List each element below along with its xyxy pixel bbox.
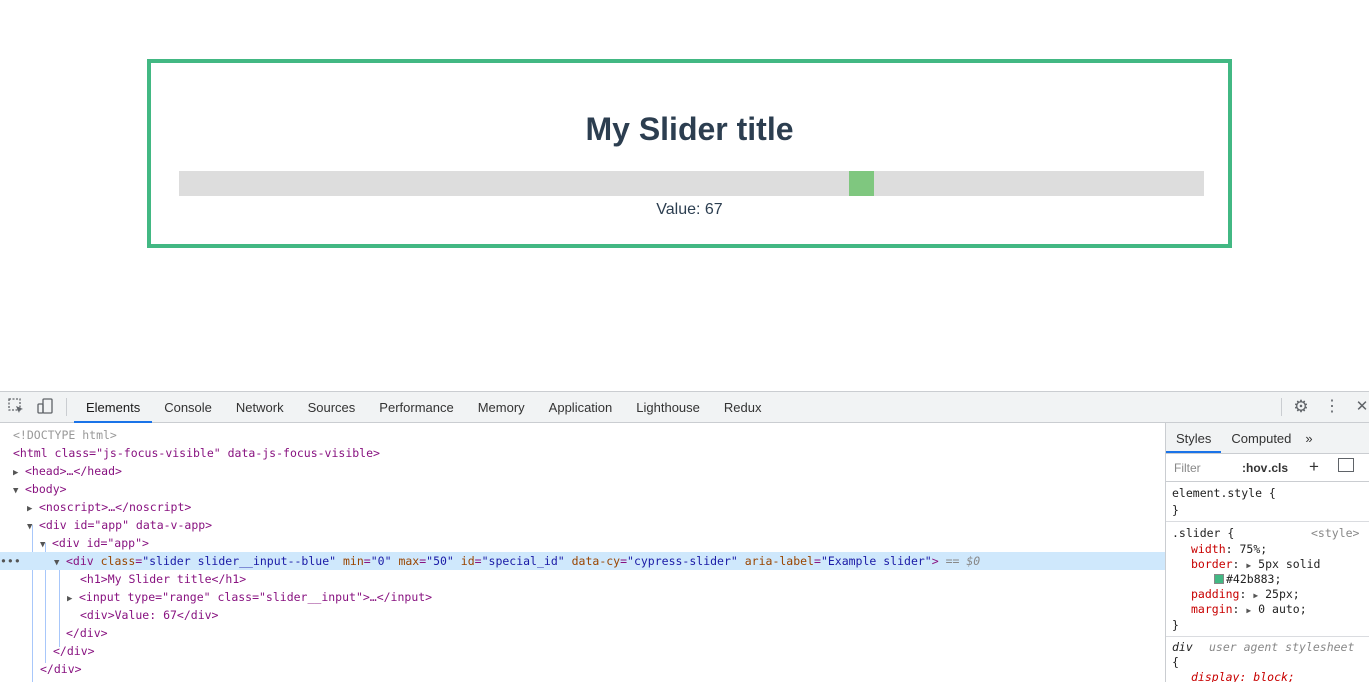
rule-divider xyxy=(1166,636,1369,637)
rule-divider xyxy=(1166,521,1369,522)
cls-toggle[interactable]: .cls xyxy=(1268,461,1288,475)
devtools-panel: Elements Console Network Sources Performance… xyxy=(0,391,1369,682)
range-slider-thumb[interactable] xyxy=(849,171,874,196)
dom-head[interactable]: ▶ <head>…</head> xyxy=(0,462,1165,480)
device-toolbar-icon[interactable] xyxy=(36,398,54,416)
styles-sidebar: Styles Computed » Filter :hov .cls + ele… xyxy=(1165,423,1369,682)
dom-doctype[interactable]: <!DOCTYPE html> xyxy=(0,426,1165,444)
prop-value: 5px solid xyxy=(1258,557,1321,571)
doctype-text: <!DOCTYPE html> xyxy=(13,428,117,442)
slider-div-tag-text: <div class="slider slider__input--blue" … xyxy=(66,554,981,568)
more-tabs-chevron-icon[interactable]: » xyxy=(1301,423,1316,453)
slider-container: My Slider title Value: 67 xyxy=(147,59,1232,248)
more-vert-icon[interactable]: ⋮ xyxy=(1323,398,1341,416)
dom-value-div[interactable]: <div>Value: 67</div> xyxy=(0,606,1165,624)
dom-close-div[interactable]: </div> xyxy=(0,660,1165,678)
expand-triangle-icon[interactable]: ▶ xyxy=(1246,561,1251,570)
close-div-tag-text: </div> xyxy=(40,662,82,676)
prop-name: width xyxy=(1191,542,1226,556)
filter-input[interactable]: Filter xyxy=(1174,461,1201,475)
element-style-close: } xyxy=(1172,503,1179,517)
tab-memory[interactable]: Memory xyxy=(466,392,537,423)
head-tag-text: <head>…</head> xyxy=(25,464,122,478)
close-icon[interactable]: ✕ xyxy=(1353,398,1369,416)
tab-console[interactable]: Console xyxy=(152,392,224,423)
prop-margin[interactable]: margin: ▶ 0 auto; xyxy=(1191,602,1307,617)
prop-padding[interactable]: padding: ▶ 25px; xyxy=(1191,587,1300,602)
slider-title: My Slider title xyxy=(585,111,794,147)
slider-rule-close: } xyxy=(1172,618,1179,632)
noscript-tag-text: <noscript>…</noscript> xyxy=(39,500,192,514)
range-slider-track[interactable] xyxy=(179,171,1204,196)
elements-dom-tree: <!DOCTYPE html> <html class="js-focus-vi… xyxy=(0,423,1165,682)
devtools-tabs: Elements Console Network Sources Performance… xyxy=(74,392,773,423)
prop-name: padding xyxy=(1191,587,1240,601)
input-tag-text: <input type="range" class="slider__input… xyxy=(79,590,433,604)
dom-close-div[interactable]: </div> xyxy=(0,642,1165,660)
prop-value: 75%; xyxy=(1239,542,1268,556)
prop-name: margin xyxy=(1191,602,1233,616)
dom-slider-div-selected[interactable]: ••• ▼ <div class="slider slider__input--bl… xyxy=(0,552,1165,570)
ua-rule-selector: div xyxy=(1172,640,1193,655)
prop-value: 25px; xyxy=(1265,587,1300,601)
prop-border-color[interactable]: #42b883; xyxy=(1214,572,1281,587)
tab-network[interactable]: Network xyxy=(224,392,296,423)
styles-tabs: Styles Computed » xyxy=(1166,423,1369,454)
more-dots-icon: ••• xyxy=(0,554,21,568)
tab-performance[interactable]: Performance xyxy=(367,392,465,423)
dom-html[interactable]: <html class="js-focus-visible" data-js-f… xyxy=(0,444,1165,462)
ua-rule-open: { xyxy=(1172,655,1179,669)
tab-lighthouse[interactable]: Lighthouse xyxy=(624,392,712,423)
slider-value-label: Value: 67 xyxy=(656,201,723,218)
slider-rule-selector: .slider { xyxy=(1172,526,1235,540)
value-div-tag-text: <div>Value: 67</div> xyxy=(80,608,219,622)
dom-app-outer[interactable]: ▼ <div id="app" data-v-app> xyxy=(0,516,1165,534)
dom-noscript[interactable]: ▶ <noscript>…</noscript> xyxy=(0,498,1165,516)
dom-body[interactable]: ▼ <body> xyxy=(0,480,1165,498)
toolbar-divider xyxy=(66,398,67,416)
ua-stylesheet-label: user agent stylesheet xyxy=(1209,640,1355,654)
prop-name: border xyxy=(1191,557,1233,571)
settings-gear-icon[interactable]: ⚙ xyxy=(1292,398,1310,416)
close-div-tag-text: </div> xyxy=(66,626,108,640)
tab-elements[interactable]: Elements xyxy=(74,392,153,423)
body-tag-text: <body> xyxy=(25,482,67,496)
app-inner-tag-text: <div id="app"> xyxy=(52,536,149,550)
tab-computed[interactable]: Computed xyxy=(1221,423,1301,453)
add-rule-plus-icon[interactable]: + xyxy=(1309,457,1319,477)
expand-triangle-icon[interactable]: ▶ xyxy=(1246,606,1251,615)
ua-prop-display: display: block; xyxy=(1191,670,1295,682)
expand-triangle-icon[interactable]: ▶ xyxy=(1253,591,1258,600)
toggle-sidebar-icon[interactable] xyxy=(1338,458,1354,472)
ua-selector-text: div xyxy=(1172,640,1193,654)
toolbar-divider xyxy=(1281,398,1282,416)
prop-border[interactable]: border: ▶ 5px solid xyxy=(1191,557,1320,572)
tab-application[interactable]: Application xyxy=(537,392,625,423)
app-outer-tag-text: <div id="app" data-v-app> xyxy=(39,518,213,532)
devtools-toolbar: Elements Console Network Sources Performance… xyxy=(0,392,1369,423)
prop-value: #42b883; xyxy=(1226,572,1282,586)
hov-toggle[interactable]: :hov xyxy=(1242,461,1267,475)
tab-sources[interactable]: Sources xyxy=(296,392,368,423)
h1-tag-text: <h1>My Slider title</h1> xyxy=(80,572,247,586)
dom-h1[interactable]: <h1>My Slider title</h1> xyxy=(0,570,1165,588)
page-viewport: My Slider title Value: 67 xyxy=(0,0,1369,391)
tab-redux[interactable]: Redux xyxy=(712,392,774,423)
html-tag-text: <html class="js-focus-visible" data-js-f… xyxy=(13,446,380,460)
color-swatch[interactable] xyxy=(1214,574,1224,584)
styles-filter-bar: Filter :hov .cls + xyxy=(1166,454,1369,482)
prop-value: 0 auto; xyxy=(1258,602,1307,616)
dom-close-div[interactable]: </div> xyxy=(0,624,1165,642)
element-style-open: element.style { xyxy=(1172,486,1276,500)
prop-width[interactable]: width: 75%; xyxy=(1191,542,1267,557)
tab-styles[interactable]: Styles xyxy=(1166,423,1222,453)
rule-source-link[interactable]: <style> xyxy=(1311,526,1359,541)
close-div-tag-text: </div> xyxy=(53,644,95,658)
dom-input[interactable]: ▶ <input type="range" class="slider__inpu… xyxy=(0,588,1165,606)
dom-app-inner[interactable]: ▼ <div id="app"> xyxy=(0,534,1165,552)
inspect-icon[interactable] xyxy=(7,398,25,416)
